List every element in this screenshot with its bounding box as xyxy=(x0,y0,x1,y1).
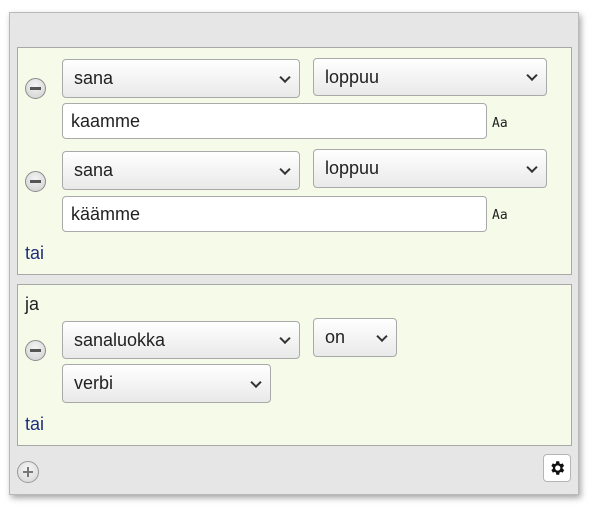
field-select[interactable]: sana xyxy=(62,59,300,98)
operator-select-value: on xyxy=(325,327,346,347)
operator-select[interactable]: on xyxy=(313,318,397,357)
operator-select-value: loppuu xyxy=(325,158,380,178)
remove-condition-button[interactable] xyxy=(25,171,46,192)
add-or-condition-link[interactable]: tai xyxy=(25,243,44,264)
field-select-value: sanaluokka xyxy=(74,329,166,350)
gear-icon xyxy=(551,461,565,475)
minus-icon xyxy=(30,87,41,90)
operator-select[interactable]: loppuu xyxy=(313,58,547,96)
minus-icon xyxy=(30,180,41,183)
chevron-down-icon xyxy=(279,163,291,175)
chevron-down-icon xyxy=(526,69,538,82)
chevron-down-icon xyxy=(376,330,388,342)
minus-icon xyxy=(30,349,41,352)
chevron-down-icon xyxy=(279,332,291,345)
add-group-button[interactable] xyxy=(17,461,39,483)
value-input-text: käämme xyxy=(71,203,141,224)
remove-condition-button[interactable] xyxy=(25,78,46,99)
field-select-value: sana xyxy=(74,160,114,180)
operator-select-value: loppuu xyxy=(325,66,380,87)
remove-condition-button[interactable] xyxy=(25,340,46,361)
value-input-text: kaamme xyxy=(71,110,141,131)
value-select[interactable]: verbi xyxy=(62,364,271,403)
field-select[interactable]: sanaluokka xyxy=(62,321,300,359)
value-input[interactable]: käämme xyxy=(62,196,487,232)
chevron-down-icon xyxy=(250,376,262,388)
operator-select[interactable]: loppuu xyxy=(313,149,547,188)
value-input[interactable]: kaamme xyxy=(62,103,487,139)
case-sensitivity-toggle[interactable]: Aa xyxy=(492,116,508,131)
and-connector-label: ja xyxy=(25,294,40,314)
field-select[interactable]: sana xyxy=(62,151,300,190)
add-or-condition-link[interactable]: tai xyxy=(25,414,44,435)
case-sensitivity-toggle[interactable]: Aa xyxy=(492,208,508,223)
settings-button[interactable] xyxy=(543,454,571,482)
value-select-value: verbi xyxy=(74,373,114,393)
field-select-value: sana xyxy=(74,68,114,88)
chevron-down-icon xyxy=(526,161,538,173)
chevron-down-icon xyxy=(279,71,291,83)
